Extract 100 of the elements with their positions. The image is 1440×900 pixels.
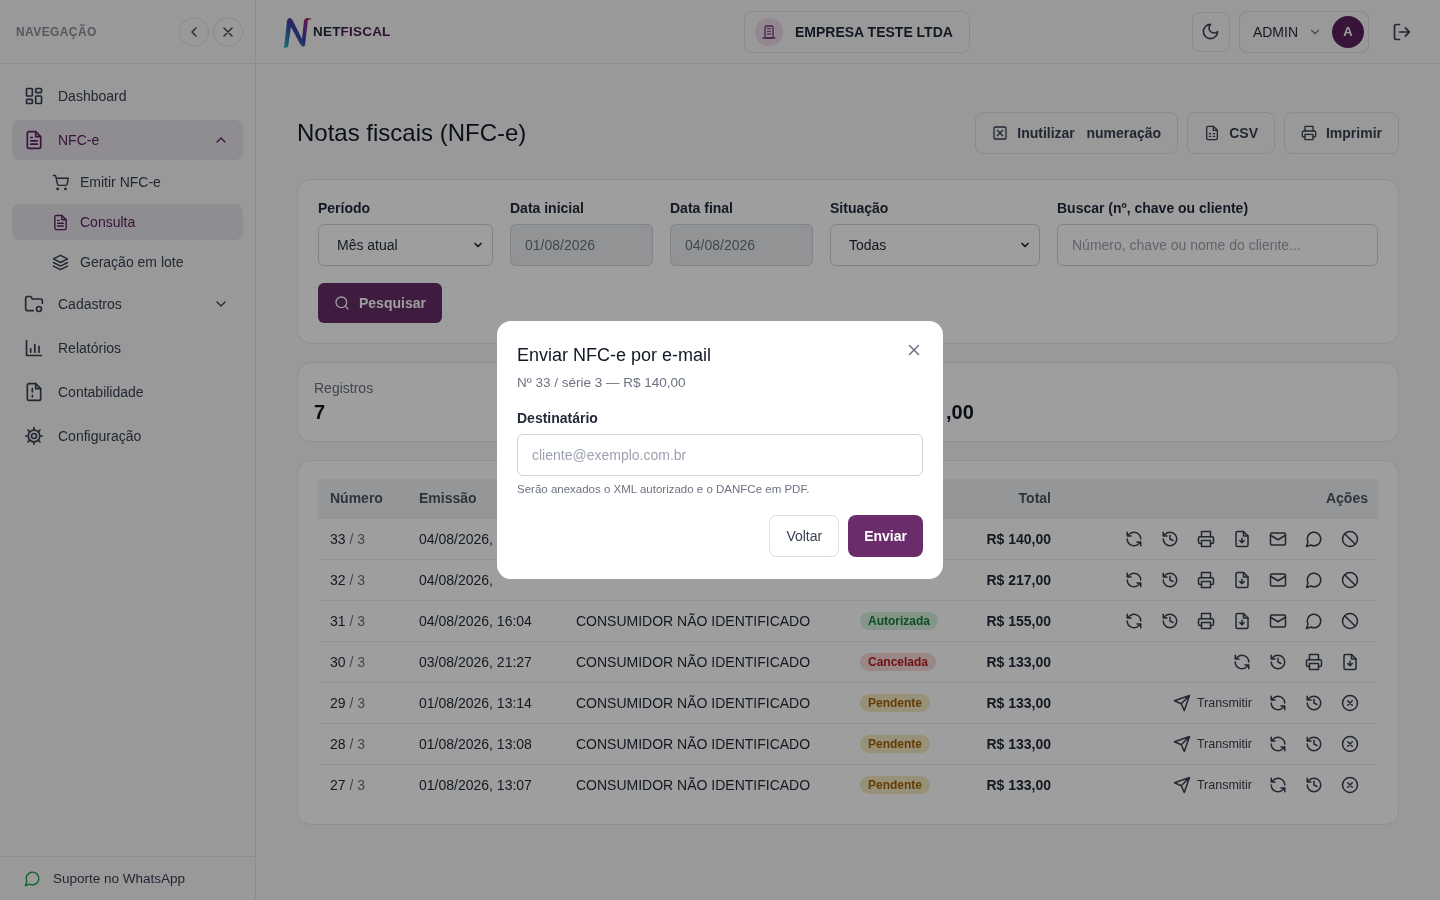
table-cell: 27 / 3 bbox=[318, 764, 407, 805]
user-menu[interactable]: ADMIN A bbox=[1238, 10, 1369, 53]
dropdown[interactable]: Mês atual bbox=[318, 224, 493, 266]
sidebar-item[interactable]: Contabilidade bbox=[12, 372, 243, 412]
ban-icon bbox=[1341, 570, 1359, 589]
theme-toggle-button[interactable] bbox=[1191, 11, 1230, 52]
sidebar-subitem[interactable]: Geração em lote bbox=[12, 242, 243, 282]
mail-icon bbox=[1269, 570, 1287, 589]
sidebar-item[interactable]: Dashboard bbox=[12, 76, 243, 116]
circle-x-icon bbox=[1341, 693, 1359, 712]
refresh-icon bbox=[1125, 611, 1143, 630]
refresh-icon bbox=[1233, 652, 1251, 671]
back-button[interactable]: Voltar bbox=[769, 515, 840, 557]
history-icon bbox=[1161, 529, 1179, 548]
table-cell: 28 / 3 bbox=[318, 723, 407, 764]
sidebar-item[interactable]: NFC-e bbox=[12, 120, 243, 160]
field-label: Buscar (nº, chave ou cliente) bbox=[1057, 200, 1250, 217]
stat-value: ,00 bbox=[946, 401, 974, 424]
file-download-icon bbox=[1233, 529, 1251, 548]
field-label: Situação bbox=[830, 200, 890, 217]
mail-icon bbox=[1269, 611, 1287, 630]
toolbar-button[interactable]: CSV bbox=[1187, 112, 1275, 154]
sidebar-item[interactable]: Configuração bbox=[12, 416, 243, 456]
company-selector[interactable]: EMPRESA TESTE LTDA bbox=[744, 10, 970, 53]
whatsapp-support-link[interactable]: Suporte no WhatsApp bbox=[24, 870, 186, 887]
toolbar-button[interactable]: Inutilizar numeração bbox=[975, 112, 1179, 154]
history-icon bbox=[1305, 734, 1323, 753]
printer-icon bbox=[1305, 652, 1323, 671]
table-cell: 04/08/2026, 16:04 bbox=[407, 600, 564, 641]
table-cell: R$ 140,00 bbox=[951, 518, 1063, 559]
transmit-button[interactable]: Transmitir bbox=[1164, 769, 1260, 800]
transmit-button[interactable]: Transmitir bbox=[1164, 687, 1260, 718]
table-cell: 31 / 3 bbox=[318, 600, 407, 641]
document-icon bbox=[24, 382, 44, 402]
search-icon bbox=[334, 295, 350, 311]
refresh-icon bbox=[1269, 734, 1287, 753]
sidebar-item[interactable]: Relatórios bbox=[12, 328, 243, 368]
table-cell: 01/08/2026, 13:07 bbox=[407, 764, 564, 805]
building-icon bbox=[761, 23, 777, 40]
history-icon bbox=[1269, 652, 1287, 671]
table-cell: 30 / 3 bbox=[318, 641, 407, 682]
ban-icon bbox=[1341, 529, 1359, 548]
folder-gear-icon bbox=[24, 294, 44, 314]
circle-x-icon bbox=[1341, 734, 1359, 753]
layers-icon bbox=[52, 253, 69, 271]
sidebar-item[interactable]: Cadastros bbox=[12, 284, 243, 324]
table-cell: R$ 133,00 bbox=[951, 764, 1063, 805]
table-cell: 01/08/2026, 13:08 bbox=[407, 723, 564, 764]
spreadsheet-file-icon bbox=[1204, 125, 1221, 141]
search-button[interactable]: Pesquisar bbox=[318, 283, 442, 323]
logout-icon bbox=[1392, 21, 1412, 42]
status-badge: Pendente bbox=[860, 775, 930, 794]
grid-icon bbox=[24, 86, 44, 106]
history-icon bbox=[1161, 570, 1179, 589]
chat-bubble-icon bbox=[1305, 611, 1323, 630]
email-field[interactable]: cliente@exemplo.com.br bbox=[517, 434, 923, 476]
logo-text: NETFISCAL bbox=[313, 24, 391, 39]
printer-icon bbox=[1301, 125, 1317, 141]
moon-icon bbox=[1201, 22, 1221, 41]
refresh-icon bbox=[1125, 570, 1143, 589]
table-cell: 33 / 3 bbox=[318, 518, 407, 559]
table-cell: 29 / 3 bbox=[318, 682, 407, 723]
history-icon bbox=[1305, 693, 1323, 712]
document-icon bbox=[24, 130, 44, 150]
send-icon bbox=[1172, 734, 1191, 753]
column-header: Ações bbox=[1063, 479, 1378, 518]
column-header: Número bbox=[318, 479, 407, 518]
search-field[interactable]: Número, chave ou nome do cliente... bbox=[1057, 224, 1378, 266]
chat-bubble-icon bbox=[24, 870, 41, 887]
stat-value: 7 bbox=[314, 401, 326, 424]
sidebar-subitem[interactable]: Consulta bbox=[12, 204, 243, 240]
field-label: Data inicial bbox=[510, 200, 585, 217]
send-button[interactable]: Enviar bbox=[848, 515, 923, 557]
table-cell: CONSUMIDOR NÃO IDENTIFICADO bbox=[564, 641, 848, 682]
table-cell: R$ 133,00 bbox=[951, 723, 1063, 764]
stat-label: Registros bbox=[314, 380, 374, 398]
table-cell: CONSUMIDOR NÃO IDENTIFICADO bbox=[564, 682, 848, 723]
file-download-icon bbox=[1233, 611, 1251, 630]
dropdown[interactable]: Todas bbox=[830, 224, 1040, 266]
ban-icon bbox=[1341, 611, 1359, 630]
table-cell: R$ 217,00 bbox=[951, 559, 1063, 600]
table-cell: 03/08/2026, 21:27 bbox=[407, 641, 564, 682]
toolbar-button[interactable]: Imprimir bbox=[1284, 112, 1399, 154]
sidebar-subitem[interactable]: Emitir NFC-e bbox=[12, 162, 243, 202]
refresh-icon bbox=[1269, 775, 1287, 794]
table-cell: 01/08/2026, 13:14 bbox=[407, 682, 564, 723]
refresh-icon bbox=[1269, 693, 1287, 712]
table-cell: CONSUMIDOR NÃO IDENTIFICADO bbox=[564, 764, 848, 805]
status-badge: Autorizada bbox=[860, 611, 938, 630]
printer-icon bbox=[1197, 611, 1215, 630]
file-download-icon bbox=[1341, 652, 1359, 671]
chat-bubble-icon bbox=[1305, 529, 1323, 548]
table-cell: R$ 155,00 bbox=[951, 600, 1063, 641]
printer-icon bbox=[1197, 570, 1215, 589]
refresh-icon bbox=[1125, 529, 1143, 548]
table-cell: 32 / 3 bbox=[318, 559, 407, 600]
table-cell: R$ 133,00 bbox=[951, 641, 1063, 682]
avatar: A bbox=[1332, 15, 1364, 48]
column-header: Total bbox=[951, 479, 1063, 518]
transmit-button[interactable]: Transmitir bbox=[1164, 728, 1260, 759]
